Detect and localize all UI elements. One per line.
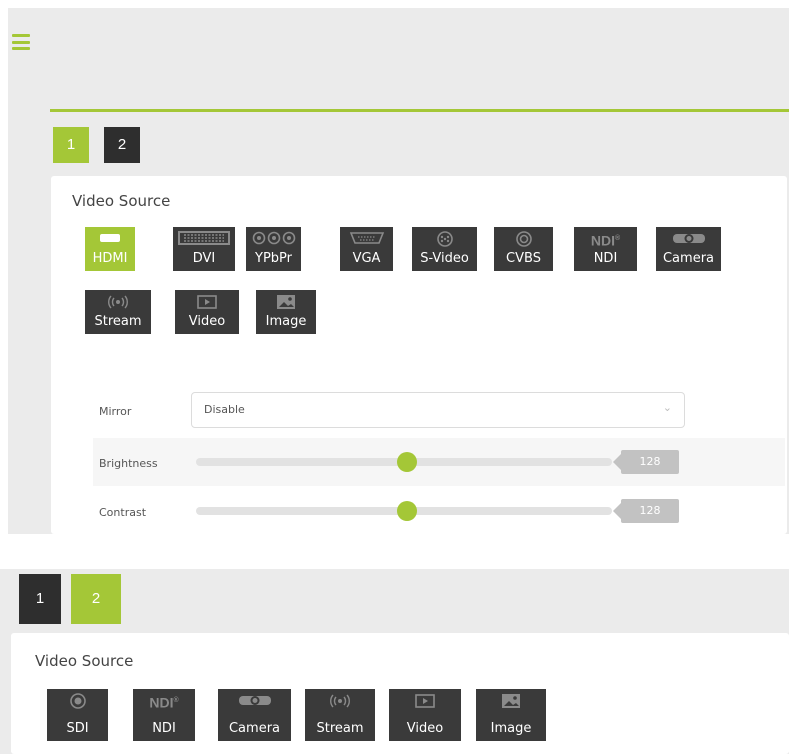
source-label: VGA xyxy=(352,251,381,266)
top-panel: 1 2 Video Source HDMI DVI YPbPr VGA S-Vi… xyxy=(8,8,789,534)
source-video-button[interactable]: Video xyxy=(389,689,461,741)
card-title: Video Source xyxy=(72,192,171,210)
source-label: Image xyxy=(490,721,532,736)
sdi-icon xyxy=(47,693,108,709)
camera-icon xyxy=(656,231,721,247)
source-ndi-button[interactable]: NDI® NDI xyxy=(574,227,637,271)
stream-icon xyxy=(85,294,151,310)
svideo-icon xyxy=(412,231,477,247)
source-label: NDI xyxy=(152,721,176,736)
source-stream-button[interactable]: Stream xyxy=(305,689,375,741)
source-label: Stream xyxy=(316,721,364,736)
source-label: Video xyxy=(406,721,444,736)
source-vga-button[interactable]: VGA xyxy=(340,227,393,271)
source-label: HDMI xyxy=(92,251,128,266)
hdmi-icon xyxy=(85,231,135,247)
hamburger-icon[interactable] xyxy=(12,34,30,50)
mirror-select-value: Disable xyxy=(204,403,245,416)
mirror-label: Mirror xyxy=(99,405,132,418)
source-image-button[interactable]: Image xyxy=(476,689,546,741)
ndi-icon: NDI® xyxy=(149,694,179,711)
dvi-icon xyxy=(173,231,235,247)
source-label: Stream xyxy=(94,314,142,329)
source-label: S-Video xyxy=(420,251,469,266)
source-label: YPbPr xyxy=(255,251,292,266)
source-label: CVBS xyxy=(506,251,541,266)
source-sdi-button[interactable]: SDI xyxy=(47,689,108,741)
camera-icon xyxy=(218,693,291,709)
source-label: NDI xyxy=(593,251,618,266)
source-cvbs-button[interactable]: CVBS xyxy=(494,227,553,271)
accent-divider xyxy=(50,109,789,112)
source-label: DVI xyxy=(192,251,216,266)
source-ypbpr-button[interactable]: YPbPr xyxy=(246,227,301,271)
cvbs-icon xyxy=(494,231,553,247)
source-ndi-button[interactable]: NDI® NDI xyxy=(133,689,195,741)
source-video-button[interactable]: Video xyxy=(175,290,239,334)
video-icon xyxy=(175,294,239,310)
source-label: Video xyxy=(188,314,226,329)
mirror-select[interactable]: Disable ⌄ xyxy=(191,392,685,428)
ndi-icon: NDI® xyxy=(590,232,621,249)
stream-icon xyxy=(305,693,375,709)
vga-icon xyxy=(340,231,393,247)
card-title: Video Source xyxy=(35,652,134,670)
source-label: SDI xyxy=(66,721,89,736)
video-icon xyxy=(389,693,461,709)
contrast-slider-thumb[interactable] xyxy=(397,501,417,521)
source-dvi-button[interactable]: DVI xyxy=(173,227,235,271)
tab-1[interactable]: 1 xyxy=(19,574,61,624)
tab-1[interactable]: 1 xyxy=(53,127,89,163)
tab-2[interactable]: 2 xyxy=(71,574,121,624)
source-label: Camera xyxy=(662,251,715,266)
chevron-down-icon: ⌄ xyxy=(662,402,672,414)
source-hdmi-button[interactable]: HDMI xyxy=(85,227,135,271)
source-stream-button[interactable]: Stream xyxy=(85,290,151,334)
source-camera-button[interactable]: Camera xyxy=(656,227,721,271)
brightness-label: Brightness xyxy=(99,457,158,470)
brightness-value-badge: 128 xyxy=(613,450,679,474)
image-icon xyxy=(256,294,316,310)
source-label: Image xyxy=(265,314,307,329)
contrast-value-badge: 128 xyxy=(613,499,679,523)
image-icon xyxy=(476,693,546,709)
contrast-label: Contrast xyxy=(99,506,147,519)
source-label: Camera xyxy=(228,721,281,736)
source-svideo-button[interactable]: S-Video xyxy=(412,227,477,271)
tab-2[interactable]: 2 xyxy=(104,127,140,163)
video-source-card: Video Source HDMI DVI YPbPr VGA S-Video … xyxy=(51,176,787,534)
video-source-card: Video Source SDI NDI® NDI Camera Stream … xyxy=(11,633,789,754)
source-image-button[interactable]: Image xyxy=(256,290,316,334)
ypbpr-icon xyxy=(246,231,301,247)
bottom-panel: 1 2 Video Source SDI NDI® NDI Camera Str… xyxy=(0,569,789,754)
source-camera-button[interactable]: Camera xyxy=(218,689,291,741)
brightness-slider-thumb[interactable] xyxy=(397,452,417,472)
